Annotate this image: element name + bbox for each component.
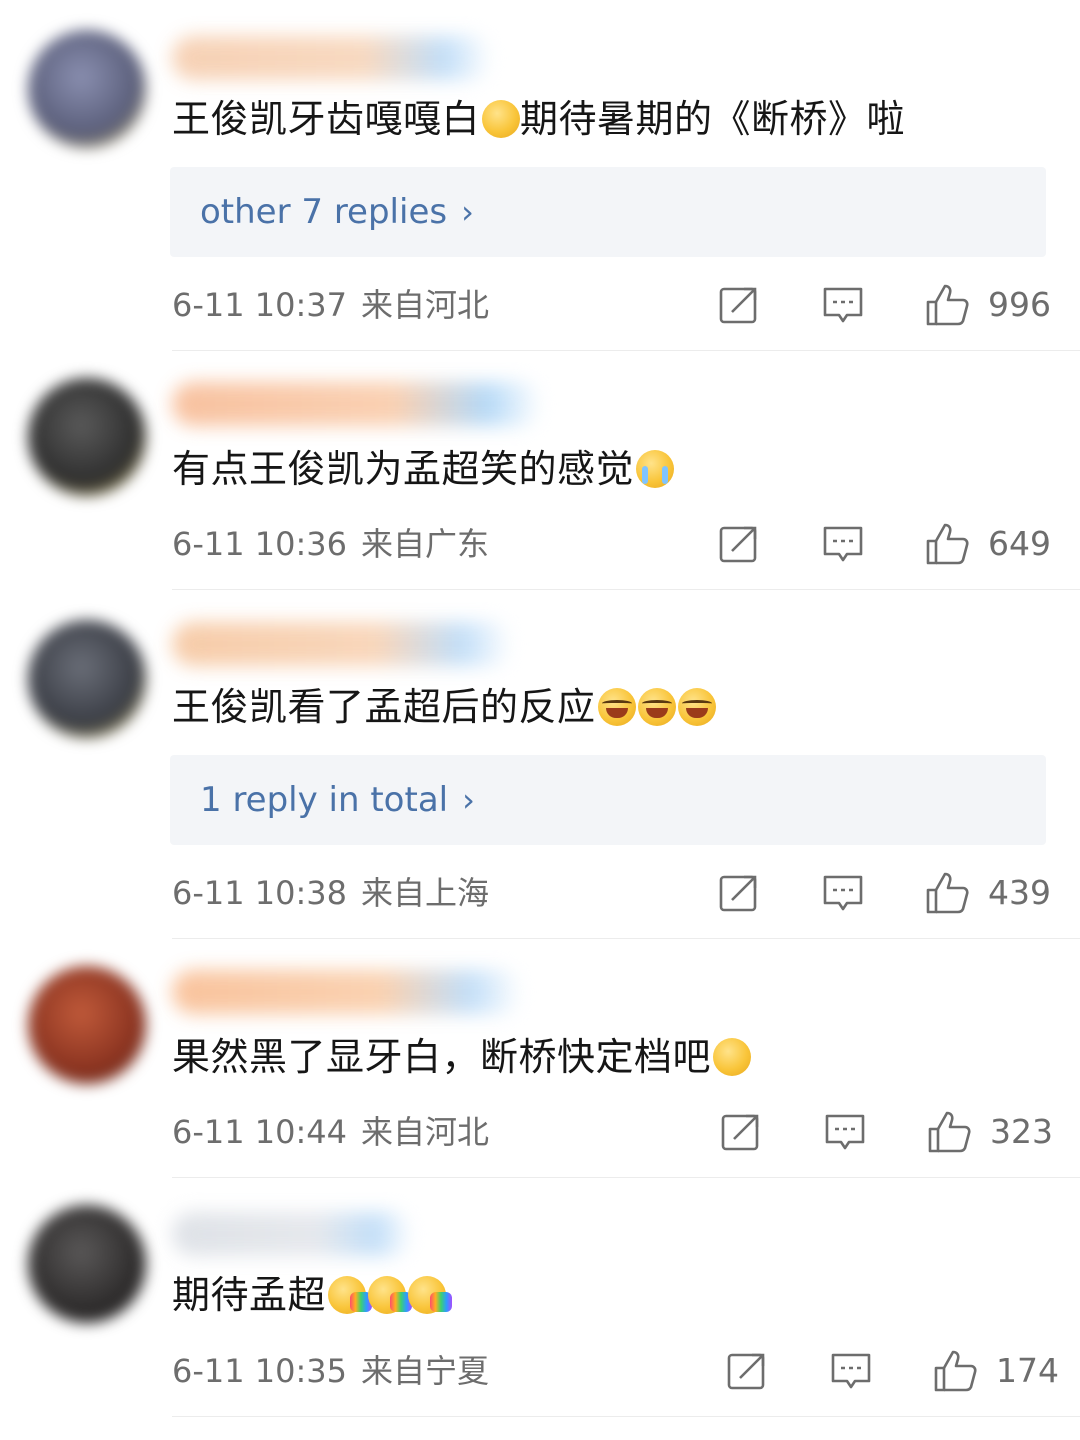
share-icon[interactable] bbox=[718, 523, 760, 565]
chevron-right-icon: › bbox=[461, 193, 474, 231]
comment-date: 6-11 10:44 bbox=[172, 1113, 348, 1151]
divider bbox=[172, 1416, 1080, 1417]
avatar[interactable] bbox=[28, 966, 146, 1084]
comment-region: 来自河北 bbox=[361, 1113, 490, 1151]
thumbs-up-icon[interactable] bbox=[925, 521, 971, 567]
chevron-right-icon: › bbox=[462, 781, 475, 819]
divider bbox=[172, 938, 1080, 939]
comment-region: 来自宁夏 bbox=[361, 1352, 490, 1390]
avatar[interactable] bbox=[28, 1205, 146, 1323]
like-count: 323 bbox=[990, 1112, 1053, 1151]
comment-meta: 6-11 10:37 来自河北 bbox=[172, 285, 489, 325]
rainbow-vomit-face-emoji bbox=[368, 1276, 413, 1314]
smiling-hearts-face-emoji bbox=[713, 1038, 752, 1076]
comment-text: 有点王俊凯为孟超笑的感觉 bbox=[172, 444, 675, 494]
share-icon[interactable] bbox=[720, 1111, 762, 1153]
thumbs-up-icon[interactable] bbox=[925, 870, 971, 916]
divider bbox=[172, 589, 1080, 590]
comment-date: 6-11 10:36 bbox=[172, 525, 348, 563]
comment-region: 来自广东 bbox=[361, 525, 490, 563]
comment-meta: 6-11 10:35 来自宁夏 bbox=[172, 1351, 489, 1391]
comment-date: 6-11 10:37 bbox=[172, 286, 348, 324]
username-blurred[interactable] bbox=[172, 36, 492, 80]
comment-meta: 6-11 10:38 来自上海 bbox=[172, 873, 489, 913]
comment-icon[interactable] bbox=[824, 1111, 866, 1153]
comment-date: 6-11 10:35 bbox=[172, 1352, 348, 1390]
comment-text-main: 果然黑了显牙白，断桥快定档吧 bbox=[172, 1035, 712, 1079]
view-replies-link[interactable]: other 7 replies › bbox=[200, 167, 474, 257]
laughing-face-emoji bbox=[637, 688, 676, 726]
comment-icon[interactable] bbox=[822, 872, 864, 914]
comment-text-main: 有点王俊凯为孟超笑的感觉 bbox=[172, 447, 635, 491]
comment-icon[interactable] bbox=[830, 1350, 872, 1392]
comment-region: 来自河北 bbox=[361, 286, 490, 324]
loudly-crying-face-emoji bbox=[636, 450, 675, 488]
username-blurred[interactable] bbox=[172, 970, 522, 1014]
replies-box[interactable]: other 7 replies › bbox=[170, 167, 1046, 257]
username-blurred[interactable] bbox=[172, 622, 512, 666]
comment-meta: 6-11 10:44 来自河北 bbox=[172, 1112, 489, 1152]
thumbs-up-icon[interactable] bbox=[933, 1348, 979, 1394]
rainbow-vomit-face-emoji bbox=[408, 1276, 453, 1314]
avatar[interactable] bbox=[28, 378, 146, 496]
like-count: 174 bbox=[996, 1351, 1059, 1390]
comment-text: 王俊凯看了孟超后的反应 bbox=[172, 682, 716, 732]
comment-text: 期待孟超 bbox=[172, 1270, 453, 1320]
thumbs-up-icon[interactable] bbox=[925, 282, 971, 328]
replies-box[interactable]: 1 reply in total › bbox=[170, 755, 1046, 845]
comment-meta: 6-11 10:36 来自广东 bbox=[172, 524, 489, 564]
divider bbox=[172, 350, 1080, 351]
like-count: 649 bbox=[988, 524, 1051, 563]
comment-text-tail: 期待暑期的《断桥》啦 bbox=[520, 97, 906, 141]
comment-date: 6-11 10:38 bbox=[172, 874, 348, 912]
comment-text-main: 王俊凯看了孟超后的反应 bbox=[172, 685, 596, 729]
username-blurred[interactable] bbox=[172, 382, 542, 426]
view-replies-link[interactable]: 1 reply in total › bbox=[200, 755, 475, 845]
avatar[interactable] bbox=[28, 620, 146, 738]
avatar[interactable] bbox=[28, 30, 146, 148]
like-count: 439 bbox=[988, 873, 1051, 912]
comment-text: 果然黑了显牙白，断桥快定档吧 bbox=[172, 1032, 752, 1082]
username-blurred[interactable] bbox=[172, 1212, 412, 1256]
comment-text: 王俊凯牙齿嘎嘎白 期待暑期的《断桥》啦 bbox=[172, 94, 905, 144]
comment-icon[interactable] bbox=[822, 284, 864, 326]
comment-text-main: 期待孟超 bbox=[172, 1273, 327, 1317]
replies-label: other 7 replies bbox=[200, 192, 448, 232]
laughing-face-emoji bbox=[597, 688, 636, 726]
comment-text-main: 王俊凯牙齿嘎嘎白 bbox=[172, 97, 481, 141]
laughing-face-emoji bbox=[677, 688, 716, 726]
comment-icon[interactable] bbox=[822, 523, 864, 565]
comment-region: 来自上海 bbox=[361, 874, 490, 912]
thumbs-up-icon[interactable] bbox=[927, 1109, 973, 1155]
like-count: 996 bbox=[988, 285, 1051, 324]
thinking-face-emoji bbox=[482, 100, 521, 138]
share-icon[interactable] bbox=[718, 284, 760, 326]
replies-label: 1 reply in total bbox=[200, 780, 449, 820]
rainbow-vomit-face-emoji bbox=[328, 1276, 373, 1314]
share-icon[interactable] bbox=[726, 1350, 768, 1392]
divider bbox=[172, 1177, 1080, 1178]
share-icon[interactable] bbox=[718, 872, 760, 914]
